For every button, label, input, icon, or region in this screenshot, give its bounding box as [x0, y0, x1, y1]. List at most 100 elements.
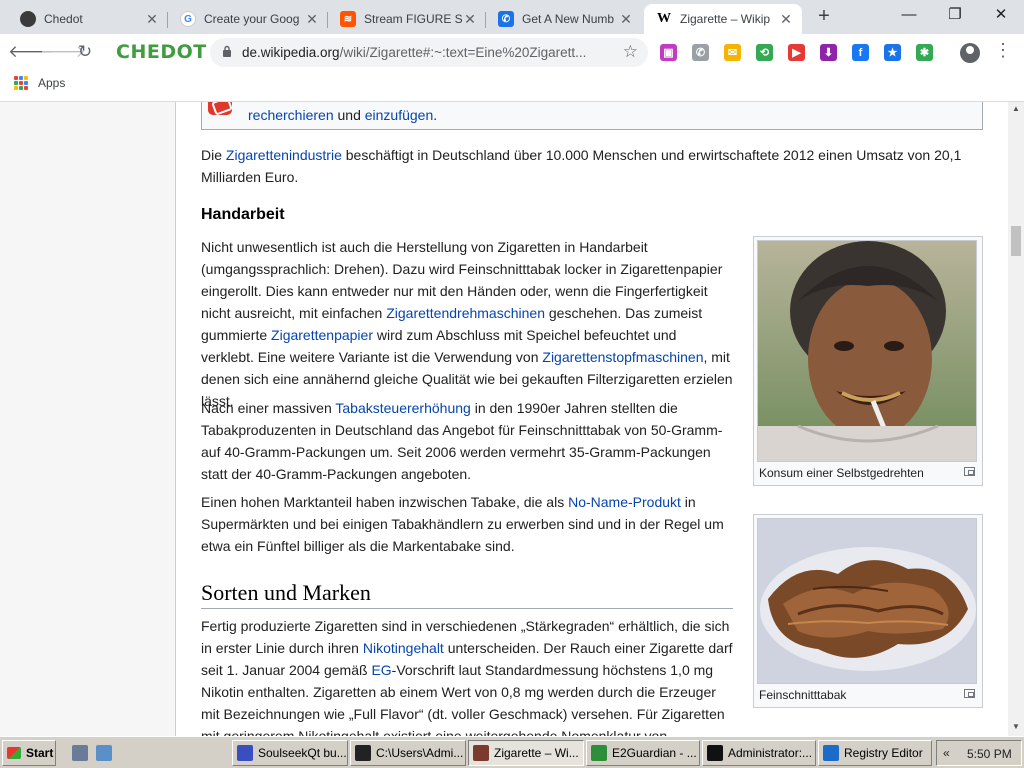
windows-logo-icon	[7, 747, 21, 759]
bookmarks-bar: Apps	[0, 70, 1024, 102]
quicklaunch-app-icon[interactable]	[92, 740, 114, 766]
tab-title: Stream FIGURE St	[364, 12, 462, 26]
taskbar-item-cmd[interactable]: Administrator:...	[702, 740, 816, 766]
heading-handarbeit: Handarbeit	[201, 206, 285, 223]
taskbar-item-regedit[interactable]: Registry Editor	[818, 740, 932, 766]
minimize-button[interactable]: —	[886, 0, 932, 32]
enlarge-icon[interactable]	[964, 689, 975, 698]
apps-grid-icon	[14, 76, 28, 90]
quicklaunch-desktop-icon[interactable]	[68, 740, 90, 766]
taskbar-item-chedot[interactable]: Zigarette – Wi...	[468, 740, 584, 766]
desktop-icon	[72, 745, 88, 761]
windows-taskbar: Start SoulseekQt bu... C:\Users\Admi... Zi…	[0, 736, 1024, 768]
bookmark-star-icon[interactable]: ★	[884, 44, 901, 61]
restore-button[interactable]: ❐	[932, 0, 978, 32]
app-icon	[96, 745, 112, 761]
notice-text: recherchieren und einzufügen.	[248, 107, 437, 123]
thumbnail-caption: Feinschnitttabak	[757, 684, 979, 704]
tab-strip: Chedot ✕ G Create your Goog ✕ ≋ Stream F…	[0, 0, 1024, 34]
taskbar-item-e2guardian[interactable]: E2Guardian - ...	[586, 740, 700, 766]
wikipedia-icon: W	[657, 11, 671, 26]
link-no-name-produkt[interactable]: No-Name-Produkt	[568, 494, 681, 510]
photo-woman-smoking[interactable]	[757, 240, 977, 462]
clock[interactable]: 5:50 PM	[967, 747, 1012, 761]
menu-icon[interactable]: ⋮	[994, 40, 1012, 61]
tab-1[interactable]: G Create your Goog ✕	[168, 4, 328, 34]
scroll-up-icon[interactable]: ▲	[1012, 104, 1020, 113]
paragraph-handarbeit: Nicht unwesentlich ist auch die Herstell…	[201, 236, 733, 412]
download-icon[interactable]: ⬇	[820, 44, 837, 61]
cmd-icon	[707, 745, 723, 761]
close-icon[interactable]: ✕	[144, 11, 160, 28]
reload-button[interactable]: ↻	[72, 40, 98, 66]
messenger-icon[interactable]: ✉	[724, 44, 741, 61]
tab-2[interactable]: ≋ Stream FIGURE St ✕	[328, 4, 486, 34]
paragraph-tabaksteuer: Nach einer massiven Tabaksteuererhöhung …	[201, 397, 733, 485]
tab-3[interactable]: ✆ Get A New Numb ✕	[486, 4, 642, 34]
link-zigarettenstopfmaschinen[interactable]: Zigarettenstopfmaschinen	[542, 349, 703, 365]
page-scrollbar[interactable]: ▲ ▼	[1008, 102, 1024, 736]
whatsapp-icon[interactable]: ✆	[692, 44, 709, 61]
bookmark-star-icon[interactable]: ☆	[623, 42, 638, 62]
text: Einen hohen Marktanteil haben inzwischen…	[201, 494, 569, 510]
scrollbar-thumb[interactable]	[1011, 226, 1021, 256]
system-tray: « 5:50 PM	[936, 740, 1022, 766]
tab-0[interactable]: Chedot ✕	[8, 4, 168, 34]
apps-shortcut[interactable]: Apps	[14, 76, 65, 90]
tray-expand-icon[interactable]: «	[943, 746, 950, 760]
taskbar-item-7zip[interactable]: C:\Users\Admi...	[350, 740, 466, 766]
youtube-ext-icon[interactable]: ▶	[788, 44, 805, 61]
url-text[interactable]: de.wikipedia.org/wiki/Zigarette#:~:text=…	[242, 45, 586, 60]
close-icon[interactable]: ✕	[618, 11, 634, 28]
profile-avatar[interactable]	[960, 43, 980, 63]
facebook-icon[interactable]: f	[852, 44, 869, 61]
taskbar-item-label: Zigarette – Wi...	[494, 746, 579, 760]
article-notice-box: recherchieren und einzufügen.	[201, 102, 983, 130]
phone-icon: ✆	[498, 11, 514, 27]
taskbar-item-label: SoulseekQt bu...	[258, 746, 347, 760]
link-eg[interactable]: EG	[371, 662, 391, 678]
regedit-icon	[823, 745, 839, 761]
link-nikotingehalt[interactable]: Nikotingehalt	[363, 640, 444, 656]
link-einzufuegen[interactable]: einzufügen	[365, 107, 434, 123]
link-zigarettenpapier[interactable]: Zigarettenpapier	[271, 327, 373, 343]
paragraph-sorten: Fertig produzierte Zigaretten sind in ve…	[201, 615, 733, 736]
browser-brand[interactable]: CHEDOT	[116, 41, 207, 63]
thumbnail-caption: Konsum einer Selbstgedrehten	[757, 462, 979, 482]
share-ext-icon[interactable]: ⟲	[756, 44, 773, 61]
chedot-icon	[473, 745, 489, 761]
woman-smoking-image	[758, 241, 976, 461]
close-icon[interactable]: ✕	[462, 11, 478, 28]
lock-icon[interactable]	[222, 45, 232, 57]
forward-button[interactable]: 🡒	[40, 40, 86, 66]
link-zigarettenindustrie[interactable]: Zigarettenindustrie	[226, 147, 342, 163]
address-bar[interactable]: de.wikipedia.org/wiki/Zigarette#:~:text=…	[210, 38, 648, 67]
url-host: de.wikipedia.org	[242, 45, 340, 60]
enlarge-icon[interactable]	[964, 467, 975, 476]
tab-title: Zigarette – Wikip	[680, 12, 771, 26]
notice-mid: und	[333, 107, 365, 123]
link-tabaksteuererhoehung[interactable]: Tabaksteuererhöhung	[335, 400, 470, 416]
soundcloud-icon: ≋	[340, 11, 356, 27]
start-button[interactable]: Start	[2, 740, 56, 766]
tab-title: Create your Goog	[204, 12, 300, 26]
scroll-down-icon[interactable]: ▼	[1012, 722, 1020, 731]
wiki-sidebar	[0, 102, 176, 736]
back-button[interactable]: 🡐	[8, 40, 54, 66]
close-window-button[interactable]: ✕	[978, 0, 1024, 32]
paragraph-industry: Die Zigarettenindustrie beschäftigt in D…	[201, 144, 981, 188]
photo-fine-cut-tobacco[interactable]	[757, 518, 977, 684]
close-icon[interactable]: ✕	[778, 11, 794, 28]
close-icon[interactable]: ✕	[304, 11, 320, 28]
video-ext-icon[interactable]: ▣	[660, 44, 677, 61]
new-tab-button[interactable]: +	[812, 5, 836, 29]
taskbar-item-soulseek[interactable]: SoulseekQt bu...	[232, 740, 348, 766]
caption-text: Feinschnitttabak	[759, 688, 847, 702]
7zip-icon	[355, 745, 371, 761]
link-recherchieren[interactable]: recherchieren	[248, 107, 334, 123]
tab-title: Chedot	[44, 12, 83, 26]
url-path: /wiki/Zigarette#:~:text=Eine%20Zigarett.…	[339, 45, 587, 60]
settings-ext-icon[interactable]: ✱	[916, 44, 933, 61]
link-zigarettendrehmaschinen[interactable]: Zigarettendrehmaschinen	[386, 305, 545, 321]
tab-4-active[interactable]: W Zigarette – Wikip ✕	[644, 4, 802, 34]
